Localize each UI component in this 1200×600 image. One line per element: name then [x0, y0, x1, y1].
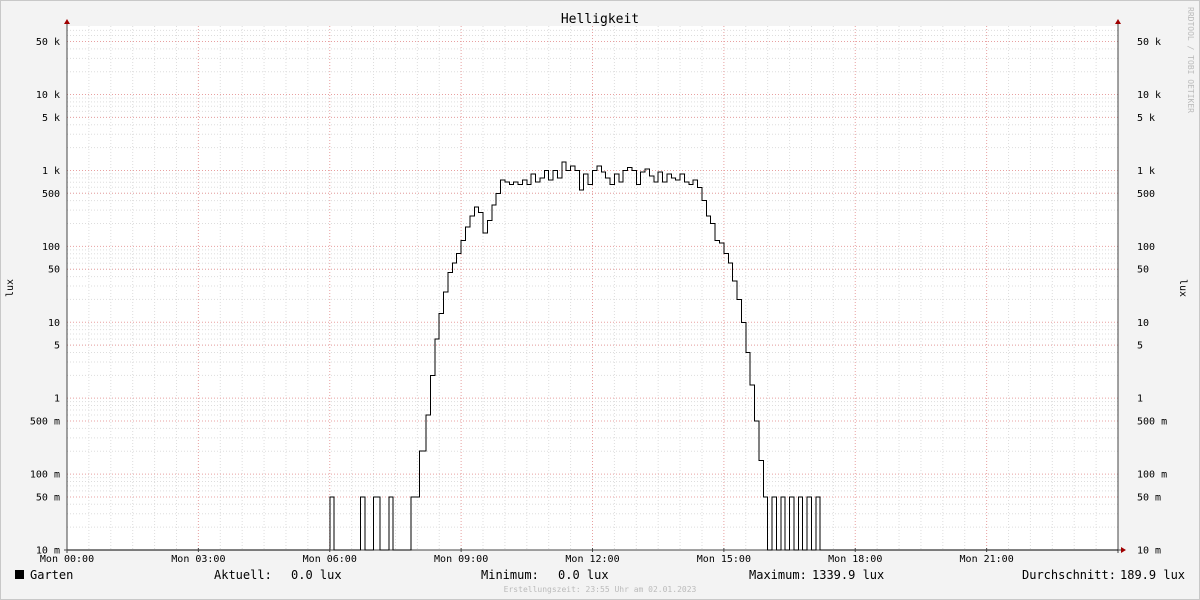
- y-tick-label-right: 5: [1137, 341, 1143, 352]
- chart: Mon 00:00 Mon 03:00 Mon 06:00 Mon 09:00 Mon …: [0, 0, 1200, 600]
- footer-timestamp: Erstellungszeit: 23:55 Uhr am 02.01.2023: [504, 585, 697, 594]
- x-tick-label: Mon 15:00: [697, 554, 751, 565]
- legend-swatch: [15, 570, 24, 579]
- x-tick-label: Mon 06:00: [303, 554, 357, 565]
- y-tick-label-left: 50: [48, 265, 60, 276]
- watermark: RRDTOOL / TOBI OETIKER: [1186, 7, 1195, 113]
- y-tick-label-right: 10 m: [1137, 546, 1161, 557]
- y-tick-label-left: 10 m: [36, 546, 60, 557]
- legend-current-label: Aktuell:: [214, 568, 272, 582]
- y-tick-label-right: 1: [1137, 394, 1143, 405]
- x-tick-label: Mon 12:00: [565, 554, 619, 565]
- y-tick-label-left: 50 k: [36, 37, 60, 48]
- y-tick-label-right: 1 k: [1137, 166, 1155, 177]
- y-tick-label-left: 1 k: [42, 166, 60, 177]
- y-tick-label-left: 1: [54, 394, 60, 405]
- x-tick-label: Mon 18:00: [828, 554, 882, 565]
- y-tick-label-right: 500: [1137, 189, 1155, 200]
- y-tick-label-left: 10 k: [36, 90, 60, 101]
- y-tick-label-right: 50 m: [1137, 492, 1161, 503]
- y-tick-label-left: 50 m: [36, 492, 60, 503]
- y-tick-label-right: 100 m: [1137, 470, 1167, 481]
- y-tick-label-left: 5 k: [42, 113, 60, 124]
- legend-min-label: Minimum:: [481, 568, 539, 582]
- legend-min-value: 0.0 lux: [558, 568, 609, 582]
- y-tick-label-right: 5 k: [1137, 113, 1155, 124]
- y-axis-label-left: lux: [5, 279, 16, 297]
- y-tick-label-left: 500 m: [30, 417, 60, 428]
- y-axis-label-right: lux: [1177, 279, 1188, 297]
- y-tick-label-right: 10 k: [1137, 90, 1161, 101]
- y-tick-label-right: 100: [1137, 242, 1155, 253]
- y-tick-label-left: 5: [54, 341, 60, 352]
- legend-avg-label: Durchschnitt:: [1022, 568, 1116, 582]
- legend-max-value: 1339.9 lux: [812, 568, 884, 582]
- y-tick-label-right: 10: [1137, 318, 1149, 329]
- y-tick-label-right: 50: [1137, 265, 1149, 276]
- y-tick-label-left: 10: [48, 318, 60, 329]
- y-tick-label-left: 500: [42, 189, 60, 200]
- y-tick-label-left: 100: [42, 242, 60, 253]
- legend-avg-value: 189.9 lux: [1120, 568, 1185, 582]
- x-tick-label: Mon 21:00: [960, 554, 1014, 565]
- chart-title: Helligkeit: [561, 12, 639, 27]
- y-tick-label-right: 500 m: [1137, 417, 1167, 428]
- legend-series-name: Garten: [30, 568, 73, 582]
- x-tick-label: Mon 03:00: [171, 554, 225, 565]
- legend-current-value: 0.0 lux: [291, 568, 342, 582]
- legend-max-label: Maximum:: [749, 568, 807, 582]
- y-tick-label-right: 50 k: [1137, 37, 1161, 48]
- y-tick-label-left: 100 m: [30, 470, 60, 481]
- x-tick-label: Mon 09:00: [434, 554, 488, 565]
